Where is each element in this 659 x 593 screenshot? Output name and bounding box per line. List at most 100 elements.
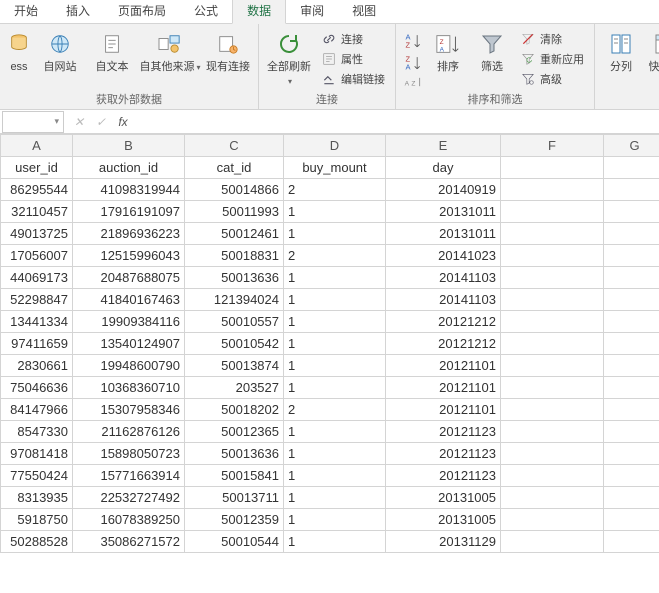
cell[interactable]: 22532727492 [73,487,185,509]
cell[interactable] [501,465,604,487]
cell[interactable]: 2 [284,399,386,421]
cell[interactable]: 1 [284,311,386,333]
cell[interactable]: 50012461 [185,223,284,245]
cell[interactable]: 50010542 [185,333,284,355]
cell[interactable]: 20121101 [386,355,501,377]
cell[interactable]: day [386,157,501,179]
filter-button[interactable]: 筛选 [472,26,512,74]
cell[interactable]: 5918750 [1,509,73,531]
cell[interactable] [501,399,604,421]
properties-button[interactable]: 属性 [317,50,389,68]
cell[interactable] [604,245,659,267]
from-web-button[interactable]: 自网站 [36,26,84,74]
ribbon-tab-4[interactable]: 数据 [232,0,286,24]
ribbon-tab-1[interactable]: 插入 [52,0,104,23]
sort-custom-tiny[interactable]: AZ [402,74,424,90]
cell[interactable]: 121394024 [185,289,284,311]
cell[interactable]: 86295544 [1,179,73,201]
ribbon-tab-0[interactable]: 开始 [0,0,52,23]
cell[interactable]: auction_id [73,157,185,179]
cell[interactable] [604,509,659,531]
flash-fill-button[interactable]: 快速填 [645,26,659,74]
cell[interactable] [501,311,604,333]
cell[interactable]: 32110457 [1,201,73,223]
cell[interactable] [501,289,604,311]
cell[interactable]: 17056007 [1,245,73,267]
column-header[interactable]: D [284,135,386,157]
cell[interactable]: 1 [284,509,386,531]
cell[interactable] [604,201,659,223]
cell[interactable]: 50012365 [185,421,284,443]
cell[interactable]: 20131011 [386,223,501,245]
cell[interactable]: 50014866 [185,179,284,201]
cell[interactable]: 20131129 [386,531,501,553]
enter-formula-button[interactable]: ✓ [90,115,112,129]
cell[interactable] [501,443,604,465]
column-header[interactable]: F [501,135,604,157]
cell[interactable]: 1 [284,223,386,245]
cell[interactable]: 77550424 [1,465,73,487]
name-box[interactable]: ▾ [2,111,64,133]
spreadsheet-grid[interactable]: ABCDEFG user_idauction_idcat_idbuy_mount… [0,134,659,553]
cell[interactable] [501,245,604,267]
cell[interactable]: 2830661 [1,355,73,377]
cell[interactable] [501,421,604,443]
cell[interactable] [604,399,659,421]
cell[interactable]: 15307958346 [73,399,185,421]
cell[interactable] [604,311,659,333]
cell[interactable]: 2 [284,179,386,201]
sort-ascending-button[interactable]: AZ [402,30,424,52]
cell[interactable]: 50018202 [185,399,284,421]
cell[interactable]: 1 [284,531,386,553]
cell[interactable]: 1 [284,465,386,487]
cell[interactable]: 13540124907 [73,333,185,355]
cell[interactable]: 20121212 [386,333,501,355]
cell[interactable]: 84147966 [1,399,73,421]
cell[interactable]: 50013636 [185,443,284,465]
cell[interactable]: 10368360710 [73,377,185,399]
cell[interactable] [604,157,659,179]
sort-dialog-button[interactable]: ZA 排序 [428,26,468,74]
cell[interactable]: 13441334 [1,311,73,333]
cell[interactable] [604,487,659,509]
cell[interactable] [501,157,604,179]
cell[interactable]: 41840167463 [73,289,185,311]
cell[interactable]: 20487688075 [73,267,185,289]
cell[interactable]: 15898050723 [73,443,185,465]
cell[interactable]: 1 [284,355,386,377]
reapply-button[interactable]: 重新应用 [516,50,588,68]
cell[interactable]: 2 [284,245,386,267]
cell[interactable]: 8547330 [1,421,73,443]
ribbon-tab-5[interactable]: 审阅 [286,0,338,23]
cell[interactable]: 44069173 [1,267,73,289]
cell[interactable]: 20121123 [386,465,501,487]
from-other-sources-button[interactable]: 自其他来源▾ [140,26,200,75]
cell[interactable]: 97411659 [1,333,73,355]
cell[interactable]: user_id [1,157,73,179]
column-header[interactable]: E [386,135,501,157]
insert-function-button[interactable]: fx [112,115,134,129]
cell[interactable] [501,179,604,201]
cell[interactable] [501,355,604,377]
cell[interactable] [501,487,604,509]
cell[interactable] [501,223,604,245]
cell[interactable]: 19909384116 [73,311,185,333]
cell[interactable]: 75046636 [1,377,73,399]
cell[interactable] [501,333,604,355]
clear-filter-button[interactable]: 清除 [516,30,588,48]
cell[interactable]: 8313935 [1,487,73,509]
column-header[interactable]: A [1,135,73,157]
cell[interactable]: 20131005 [386,509,501,531]
cell[interactable] [604,289,659,311]
cell[interactable]: 1 [284,333,386,355]
cell[interactable] [604,223,659,245]
cell[interactable]: 20121101 [386,377,501,399]
cell[interactable] [604,443,659,465]
cell[interactable]: buy_mount [284,157,386,179]
ribbon-tab-2[interactable]: 页面布局 [104,0,180,23]
formula-input[interactable] [134,112,659,132]
cell[interactable]: 20131005 [386,487,501,509]
cell[interactable]: 50012359 [185,509,284,531]
cell[interactable]: 35086271572 [73,531,185,553]
cell[interactable]: 15771663914 [73,465,185,487]
